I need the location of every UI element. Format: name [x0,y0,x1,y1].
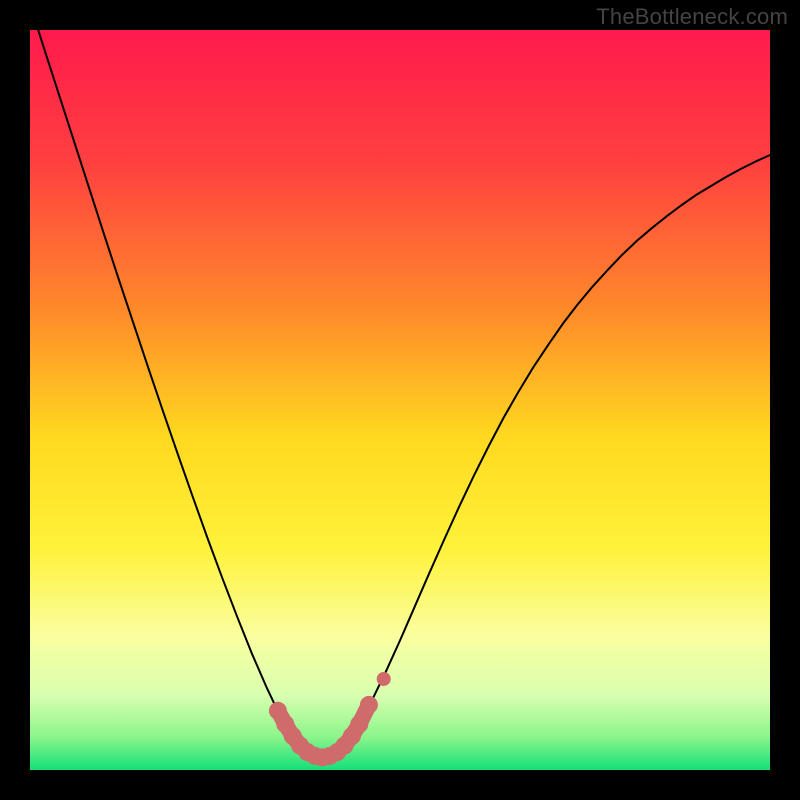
watermark-text: TheBottleneck.com [596,4,788,30]
dip-dot [350,715,368,733]
chart-svg [30,30,770,770]
gradient-background [30,30,770,770]
chart-frame: TheBottleneck.com [0,0,800,800]
outlier-dot [377,672,391,686]
dip-dot [360,696,378,714]
plot-area [30,30,770,770]
